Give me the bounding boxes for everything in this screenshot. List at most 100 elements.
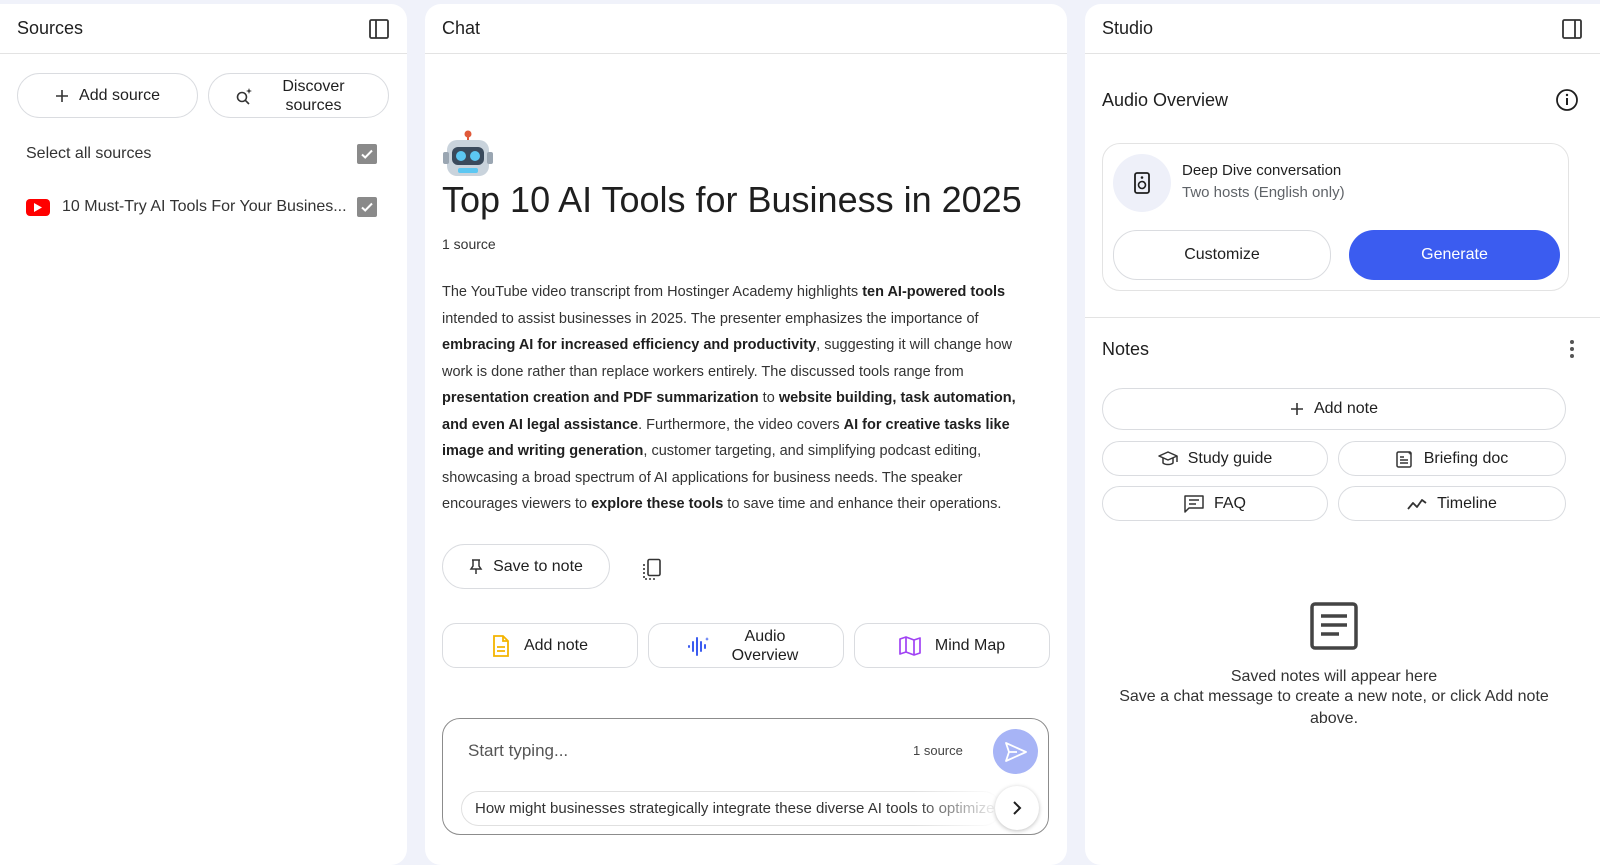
- summary-highlight: embracing AI for increased efficiency an…: [442, 337, 817, 353]
- add-note-button[interactable]: Add note: [1102, 388, 1566, 430]
- select-all-checkbox[interactable]: [357, 144, 377, 164]
- collapse-studio-button[interactable]: [1556, 13, 1588, 45]
- add-note-label: Add note: [1313, 400, 1379, 417]
- notes-empty-title: Saved notes will appear here: [1230, 668, 1438, 685]
- plus-icon: [56, 89, 69, 102]
- check-icon: [361, 149, 373, 159]
- summary-text: intended to assist businesses in 2025. T…: [442, 310, 979, 327]
- generate-label: Generate: [1421, 246, 1488, 263]
- info-icon: [1556, 89, 1578, 111]
- graduation-cap-icon: [1157, 450, 1178, 465]
- customize-label: Customize: [1184, 246, 1260, 263]
- notes-empty-state: Saved notes will appear here Save a chat…: [1102, 601, 1566, 730]
- info-button[interactable]: [1551, 84, 1583, 116]
- youtube-icon: [26, 198, 50, 216]
- add-note-action-label: Add note: [523, 636, 589, 654]
- plus-icon: [1290, 403, 1303, 415]
- deep-dive-title: Deep Dive conversation: [1182, 162, 1342, 179]
- deep-dive-subtitle: Two hosts (English only): [1182, 184, 1345, 201]
- save-to-note-label: Save to note: [493, 557, 583, 575]
- audio-waveform-icon: [688, 636, 709, 656]
- next-suggestion-button[interactable]: [995, 786, 1039, 830]
- timeline-icon: [1407, 498, 1427, 510]
- chat-title: Chat: [442, 18, 481, 38]
- add-source-button[interactable]: Add source: [17, 73, 198, 118]
- audio-overview-action-button[interactable]: Audio Overview: [648, 623, 844, 668]
- briefing-doc-label: Briefing doc: [1423, 449, 1509, 467]
- sources-title: Sources: [17, 18, 84, 38]
- timeline-label: Timeline: [1437, 494, 1497, 512]
- chat-composer: 1 source How might businesses strategica…: [442, 718, 1049, 835]
- notebook-summary: The YouTube video transcript from Hostin…: [442, 279, 1042, 518]
- study-guide-button[interactable]: Study guide: [1102, 441, 1328, 476]
- more-vert-icon: [1570, 340, 1574, 358]
- suggested-question-text: How might businesses strategically integ…: [475, 800, 995, 817]
- chevron-right-icon: [1013, 801, 1022, 815]
- select-all-row: Select all sources: [26, 144, 377, 164]
- map-icon: [899, 635, 921, 656]
- send-button[interactable]: [993, 729, 1038, 774]
- chat-panel: Chat Top 10 AI Tools for Business in 202…: [425, 4, 1067, 865]
- sources-header: Sources: [0, 4, 407, 54]
- source-actions: Add source Discover sources: [17, 73, 389, 118]
- source-item[interactable]: 10 Must-Try AI Tools For Your Busines...: [26, 197, 377, 217]
- mind-map-action-label: Mind Map: [934, 636, 1006, 654]
- notes-title: Notes: [1102, 338, 1150, 359]
- chat-input[interactable]: [468, 735, 888, 767]
- speaker-icon: [1113, 154, 1171, 212]
- audio-overview-title: Audio Overview: [1102, 89, 1229, 110]
- customize-button[interactable]: Customize: [1113, 230, 1331, 280]
- pin-icon: [469, 558, 483, 574]
- faq-button[interactable]: FAQ: [1102, 486, 1328, 521]
- notes-more-button[interactable]: [1556, 333, 1588, 365]
- copy-icon: [643, 558, 661, 580]
- sources-panel: Sources Add source Discover sources Sele…: [0, 4, 407, 865]
- faq-icon: [1184, 494, 1204, 513]
- panel-left-icon: [369, 18, 389, 39]
- studio-title: Studio: [1102, 18, 1154, 38]
- notes-empty-subtitle: Save a chat message to create a new note…: [1119, 688, 1549, 727]
- send-icon: [1004, 741, 1027, 762]
- search-sparkle-icon: [236, 87, 252, 105]
- add-note-action-button[interactable]: Add note: [442, 623, 638, 668]
- briefing-doc-button[interactable]: Briefing doc: [1338, 441, 1566, 476]
- summary-highlight: presentation creation and PDF summarizat…: [442, 390, 759, 406]
- summary-text: to: [758, 390, 779, 406]
- summary-text: . Furthermore, the video covers: [638, 416, 844, 433]
- summary-text: The YouTube video transcript from Hostin…: [442, 284, 863, 300]
- source-item-checkbox[interactable]: [357, 197, 377, 217]
- discover-sources-button[interactable]: Discover sources: [208, 73, 389, 118]
- panel-right-icon: [1562, 18, 1582, 39]
- check-icon: [361, 202, 373, 212]
- composer-source-count: 1 source: [913, 743, 963, 758]
- source-item-main: 10 Must-Try AI Tools For Your Busines...: [26, 198, 347, 216]
- timeline-button[interactable]: Timeline: [1338, 486, 1566, 521]
- generate-button[interactable]: Generate: [1349, 230, 1560, 280]
- studio-divider: [1085, 317, 1600, 318]
- mind-map-action-button[interactable]: Mind Map: [854, 623, 1050, 668]
- select-all-label: Select all sources: [26, 145, 152, 162]
- study-guide-label: Study guide: [1187, 449, 1273, 467]
- summary-highlight: ten AI-powered tools: [862, 284, 1006, 300]
- studio-header: Studio: [1085, 4, 1600, 54]
- notebook-title: Top 10 AI Tools for Business in 2025: [442, 179, 1022, 220]
- collapse-sources-button[interactable]: [363, 13, 395, 45]
- copy-button[interactable]: [636, 554, 668, 586]
- note-templates: Study guide Briefing doc FAQ Timeline: [1102, 441, 1566, 521]
- chat-action-row: Add note Audio Overview Mind Map: [442, 623, 1050, 668]
- notes-header: Notes: [1102, 333, 1588, 365]
- suggested-question[interactable]: How might businesses strategically integ…: [461, 791, 1001, 826]
- studio-panel: Studio Audio Overview Deep Dive conversa…: [1085, 4, 1600, 865]
- note-icon: [493, 634, 509, 657]
- audio-overview-header: Audio Overview: [1102, 84, 1583, 116]
- summary-highlight: explore these tools: [591, 496, 724, 512]
- audio-overview-action-label: Audio Overview: [731, 627, 799, 664]
- source-item-label: 10 Must-Try AI Tools For Your Busines...: [62, 198, 347, 215]
- summary-text: to save time and enhance their operation…: [723, 496, 1002, 512]
- faq-label: FAQ: [1213, 494, 1246, 512]
- notebook-source-count: 1 source: [442, 236, 496, 252]
- save-to-note-button[interactable]: Save to note: [442, 544, 610, 589]
- document-icon: [1310, 602, 1358, 650]
- briefing-doc-icon: [1396, 450, 1412, 468]
- chat-header: Chat: [425, 4, 1067, 54]
